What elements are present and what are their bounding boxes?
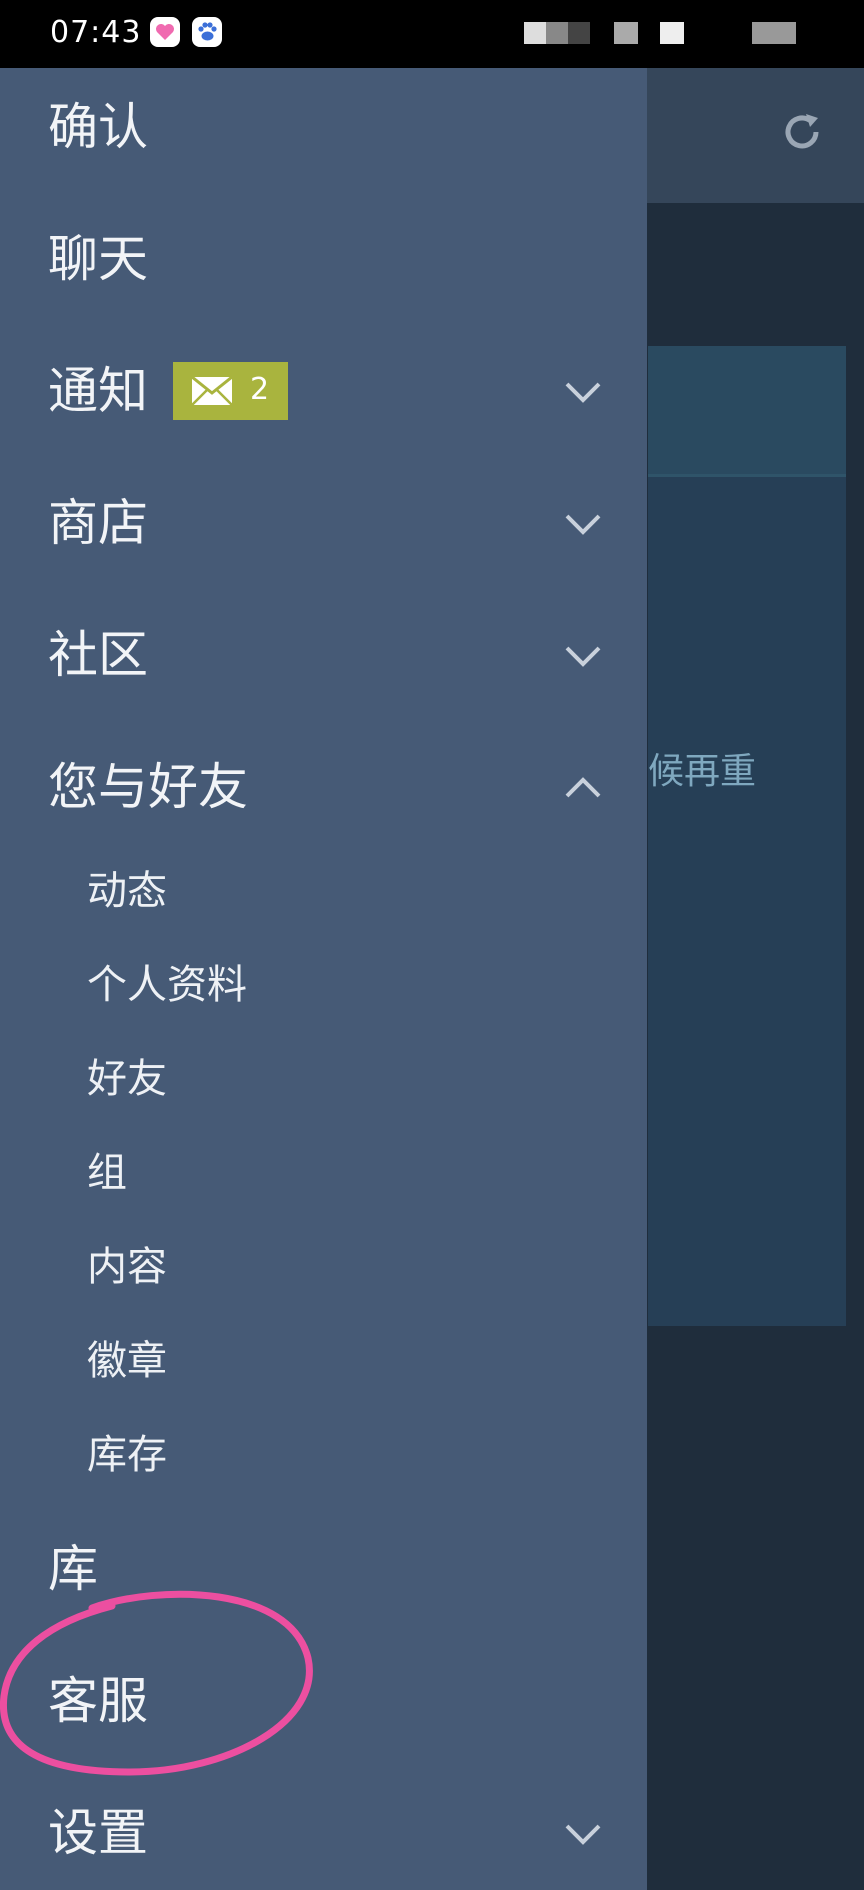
menu-item-label: 设置	[48, 1804, 148, 1862]
submenu-item-content[interactable]: 内容	[0, 1216, 647, 1310]
battery-icon	[752, 22, 796, 44]
submenu-item-groups[interactable]: 组	[0, 1122, 647, 1216]
submenu-item-inventory[interactable]: 库存	[0, 1404, 647, 1498]
notification-count: 2	[250, 372, 270, 407]
submenu-item-label: 组	[87, 1150, 127, 1196]
menu-item-notifications[interactable]: 通知	[0, 332, 647, 442]
status-time: 07:43	[50, 15, 142, 50]
signal-icon	[568, 22, 590, 44]
background-card-header	[648, 346, 846, 476]
refresh-icon[interactable]	[780, 110, 824, 158]
menu-item-library[interactable]: 库	[0, 1510, 647, 1620]
menu-item-label: 通知	[48, 362, 148, 420]
menu-item-label: 聊天	[48, 230, 148, 288]
menu-item-settings[interactable]: 设置	[0, 1774, 647, 1884]
submenu-item-profile[interactable]: 个人资料	[0, 934, 647, 1028]
menu-item-label: 确认	[48, 98, 148, 156]
wifi-icon	[614, 22, 638, 44]
submenu-item-badges[interactable]: 徽章	[0, 1310, 647, 1404]
menu-item-label: 商店	[48, 494, 148, 552]
menu-item-community[interactable]: 社区	[0, 596, 647, 706]
notification-badge[interactable]: 2	[173, 362, 288, 420]
submenu-item-label: 库存	[87, 1432, 167, 1478]
envelope-icon	[191, 375, 233, 410]
signal-icon	[524, 22, 546, 44]
menu-item-label: 客服	[48, 1672, 148, 1730]
paw-app-icon	[192, 17, 222, 47]
chevron-down-icon[interactable]	[563, 1800, 603, 1858]
background-header	[640, 68, 864, 203]
chevron-up-icon[interactable]	[563, 754, 603, 812]
menu-item-you-and-friends[interactable]: 您与好友	[0, 728, 647, 838]
background-card	[648, 346, 846, 1326]
submenu-item-label: 动态	[87, 868, 167, 914]
wifi-icon	[660, 22, 684, 44]
navigation-drawer: 确认 聊天 通知 商店 社区 您与好友 动态 个人资料 好友 组 内容 徽章 库…	[0, 68, 647, 1890]
menu-item-confirm[interactable]: 确认	[0, 68, 647, 178]
submenu-item-friends[interactable]: 好友	[0, 1028, 647, 1122]
chevron-down-icon[interactable]	[563, 622, 603, 680]
menu-item-label: 社区	[48, 626, 148, 684]
submenu-item-label: 内容	[87, 1244, 167, 1290]
menu-item-label: 库	[48, 1540, 98, 1598]
submenu-item-activity[interactable]: 动态	[0, 840, 647, 934]
submenu-item-label: 好友	[87, 1056, 167, 1102]
background-partial-text: 候再重	[648, 751, 757, 792]
menu-item-support[interactable]: 客服	[0, 1642, 647, 1752]
submenu-item-label: 个人资料	[87, 962, 247, 1008]
status-bar: 07:43	[0, 0, 864, 68]
menu-item-label: 您与好友	[48, 758, 248, 816]
heart-app-icon	[150, 17, 180, 47]
signal-icon	[546, 22, 568, 44]
divider	[648, 474, 846, 477]
chevron-down-icon[interactable]	[563, 490, 603, 548]
submenu-item-label: 徽章	[87, 1338, 167, 1384]
menu-item-chat[interactable]: 聊天	[0, 200, 647, 310]
chevron-down-icon[interactable]	[563, 358, 603, 416]
menu-item-store[interactable]: 商店	[0, 464, 647, 574]
